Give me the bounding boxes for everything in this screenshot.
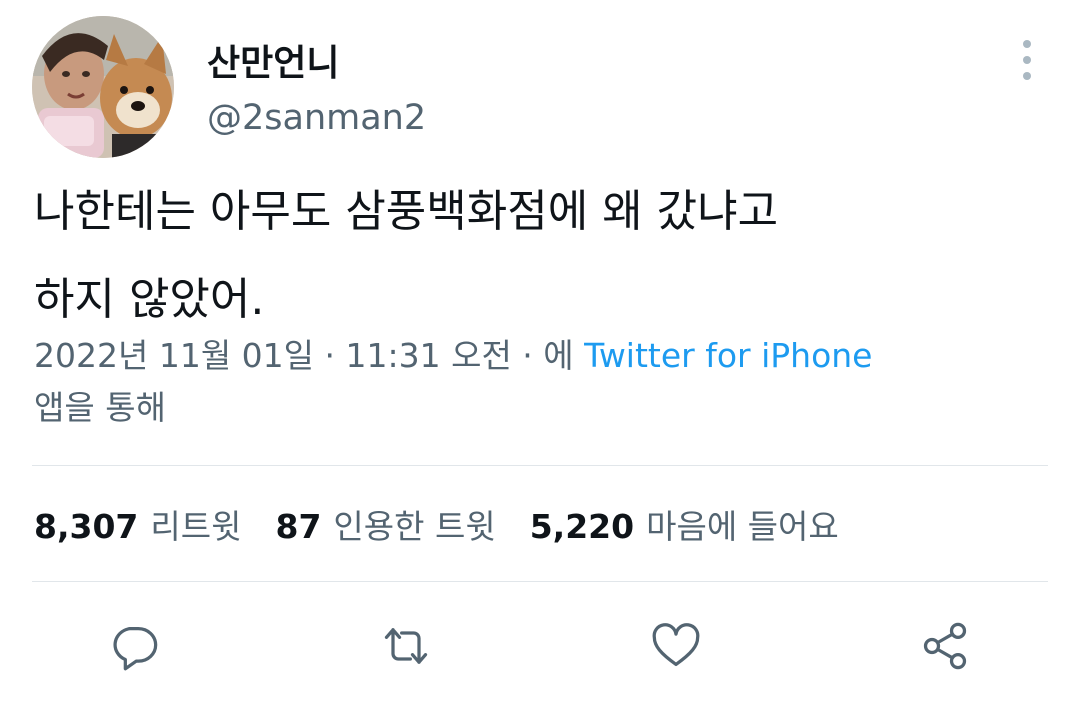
retweets-stat[interactable]: 8,307 리트윗 [34,500,241,548]
user-handle[interactable]: @2sanman2 [207,98,426,138]
likes-count: 5,220 [529,507,635,546]
display-name[interactable]: 산만언니 [207,34,339,86]
divider [32,581,1048,582]
engagement-stats: 8,307 리트윗 87 인용한 트윗 5,220 마음에 들어요 [34,500,873,548]
divider [32,465,1048,466]
more-dot [1023,56,1031,64]
quotes-stat[interactable]: 87 인용한 트윗 [275,500,495,548]
tweet-text-line: 나한테는 아무도 삼풍백화점에 왜 갔냐고 [34,186,779,237]
tweet-text: 나한테는 아무도 삼풍백화점에 왜 갔냐고 하지 않았어. [34,168,1034,344]
share-button[interactable] [915,616,975,676]
retweets-count: 8,307 [34,507,139,546]
more-vertical-icon[interactable] [1010,38,1044,82]
avatar[interactable] [32,16,174,158]
quotes-label: 인용한 트윗 [333,507,496,546]
tweet-detail: 산만언니 @2sanman2 나한테는 아무도 삼풍백화점에 왜 갔냐고 하지 … [0,0,1080,714]
likes-stat[interactable]: 5,220 마음에 들어요 [530,500,839,548]
share-icon [923,622,967,670]
timestamp[interactable]: 2022년 11월 01일 · 11:31 오전 · 에 [34,336,584,375]
likes-label: 마음에 들어요 [646,507,839,546]
more-dot [1023,72,1031,80]
retweet-icon [384,628,428,664]
retweet-button[interactable] [376,616,436,676]
tweet-meta: 2022년 11월 01일 · 11:31 오전 · 에 Twitter for… [34,330,1044,434]
action-bar [0,616,1080,676]
reply-button[interactable] [104,616,164,676]
source-link[interactable]: Twitter for iPhone [584,336,872,375]
reply-icon [113,627,158,671]
quotes-count: 87 [275,507,322,546]
retweets-label: 리트윗 [150,507,242,546]
avatar-image [32,16,174,158]
more-dot [1023,40,1031,48]
like-button[interactable] [646,616,706,676]
heart-icon [652,623,700,667]
via-label: 앱을 통해 [34,388,166,427]
